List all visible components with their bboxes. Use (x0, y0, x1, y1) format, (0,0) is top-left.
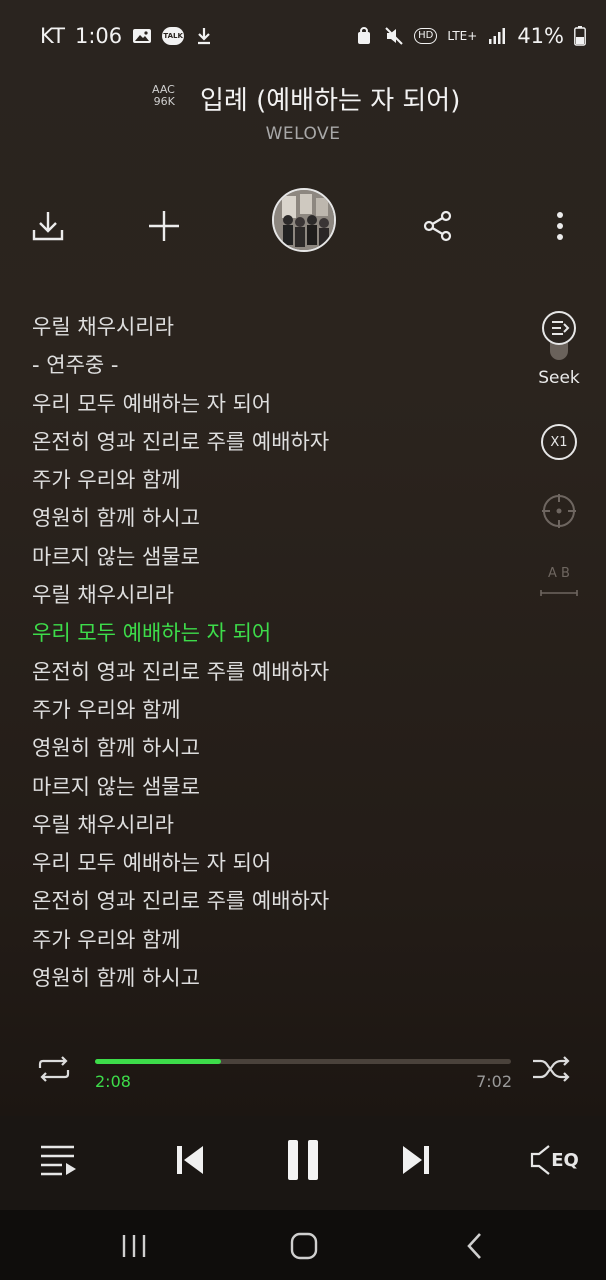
lyrics-sync-toggle[interactable] (540, 310, 578, 362)
pause-icon (288, 1140, 318, 1180)
plus-icon (149, 211, 179, 241)
skip-next-icon (403, 1146, 429, 1174)
lyric-line[interactable]: 영원히 함께 하시고 (32, 729, 512, 767)
lyric-line[interactable]: 마르지 않는 샘물로 (32, 538, 512, 576)
lyric-line[interactable]: 우리 모두 예배하는 자 되어 (32, 844, 512, 882)
album-art[interactable] (272, 188, 336, 252)
skip-previous-icon (177, 1146, 203, 1174)
lyric-line[interactable]: 온전히 영과 진리로 주를 예배하자 (32, 882, 512, 920)
lyric-line-current[interactable]: 우리 모두 예배하는 자 되어 (32, 614, 512, 652)
kakaotalk-icon: TALK (162, 27, 185, 45)
shuffle-button[interactable] (530, 1052, 572, 1086)
lyrics-list[interactable]: 우릴 채우시리라 - 연주중 - 우리 모두 예배하는 자 되어 온전히 영과 진리로… (32, 308, 512, 997)
lyric-line[interactable]: 영원히 함께 하시고 (32, 959, 512, 997)
battery-icon (574, 26, 586, 46)
focus-button[interactable] (541, 493, 577, 529)
gallery-icon (133, 29, 152, 43)
more-vertical-icon (557, 212, 563, 240)
recent-apps-button[interactable] (112, 1228, 156, 1264)
lyric-line[interactable]: 우릴 채우시리라 (32, 806, 512, 844)
home-button[interactable] (282, 1228, 326, 1264)
repeat-button[interactable] (34, 1052, 74, 1086)
mute-icon (385, 27, 403, 45)
next-button[interactable] (396, 1140, 436, 1180)
ab-repeat-button[interactable]: A B (538, 566, 580, 596)
back-button[interactable] (452, 1228, 496, 1264)
shuffle-icon (533, 1056, 570, 1082)
playlist-button[interactable] (36, 1140, 80, 1180)
carrier-label: KT (40, 24, 65, 48)
recycle-lock-icon (358, 27, 371, 44)
status-bar: KT 1:06 TALK HD LTE+ 41% (40, 18, 586, 54)
share-button[interactable] (418, 206, 458, 246)
repeat-icon (38, 1056, 70, 1082)
playback-speed-button[interactable]: X1 (541, 424, 577, 460)
crosshair-icon (542, 494, 576, 528)
speaker-icon (531, 1145, 550, 1175)
lyric-line[interactable]: 우릴 채우시리라 (32, 576, 512, 614)
seek-label[interactable]: Seek (530, 368, 588, 388)
bitrate-label: 96K (153, 95, 175, 108)
previous-button[interactable] (170, 1140, 210, 1180)
clock: 1:06 (74, 24, 123, 48)
lyric-line[interactable]: 영원히 함께 하시고 (32, 499, 512, 537)
hd-icon: HD (414, 28, 438, 44)
artist-name[interactable]: WELOVE (0, 124, 606, 144)
lyric-line[interactable]: 온전히 영과 진리로 주를 예배하자 (32, 423, 512, 461)
share-icon (423, 210, 452, 242)
lyric-line[interactable]: 마르지 않는 샘물로 (32, 768, 512, 806)
progress-fill (95, 1059, 222, 1064)
ab-repeat-label: A B (548, 566, 570, 581)
lyric-line[interactable]: - 연주중 - (32, 346, 512, 384)
home-icon (290, 1232, 318, 1260)
download-status-icon (198, 28, 211, 45)
lyric-line[interactable]: 온전히 영과 진리로 주를 예배하자 (32, 653, 512, 691)
codec-badge: AAC 96K (152, 84, 175, 108)
progress-bar[interactable] (95, 1059, 511, 1064)
recent-apps-icon (122, 1235, 146, 1257)
song-title: 입례 (예배하는 자 되어) (200, 86, 461, 116)
current-time: 2:08 (95, 1072, 131, 1091)
pause-button[interactable] (280, 1136, 326, 1184)
lyric-line[interactable]: 주가 우리와 함께 (32, 921, 512, 959)
lyric-line[interactable]: 우리 모두 예배하는 자 되어 (32, 385, 512, 423)
lyric-line[interactable]: 주가 우리와 함께 (32, 691, 512, 729)
more-options-button[interactable] (540, 206, 580, 246)
album-art-image (274, 190, 334, 250)
equalizer-button[interactable]: EQ (526, 1140, 582, 1180)
lyric-line[interactable]: 주가 우리와 함께 (32, 461, 512, 499)
download-icon (32, 212, 64, 241)
total-time: 7:02 (476, 1072, 512, 1091)
ab-range-icon (540, 590, 578, 596)
download-button[interactable] (28, 206, 68, 246)
playlist-icon (41, 1145, 76, 1176)
battery-percent: 41% (517, 24, 564, 48)
lyric-line[interactable]: 우릴 채우시리라 (32, 308, 512, 346)
network-type: LTE+ (447, 29, 478, 43)
signal-icon (489, 28, 506, 44)
add-to-playlist-button[interactable] (144, 206, 184, 246)
back-icon (467, 1233, 481, 1259)
eq-label: EQ (551, 1149, 579, 1171)
lyrics-sync-icon (542, 311, 576, 360)
